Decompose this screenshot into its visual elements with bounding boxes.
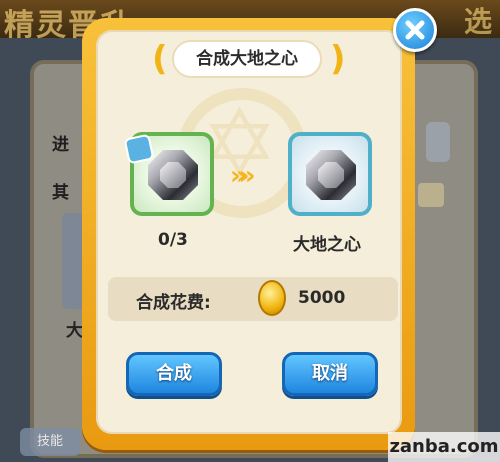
watermark: zanba.com [388, 432, 500, 462]
background-right-label [418, 183, 444, 207]
close-button[interactable] [393, 8, 437, 52]
ingredient-count: 0/3 [158, 230, 188, 250]
background-card-label: 大 [66, 321, 83, 341]
compose-button[interactable]: 合成 [126, 352, 222, 396]
title-left-bracket-icon: ( [152, 39, 168, 79]
puzzle-piece-icon [123, 133, 155, 165]
dialog-title-bar: ( 合成大地之心 ) [152, 39, 346, 80]
cost-amount: 5000 [298, 288, 346, 308]
cost-bar: 合成花费: 5000 [108, 277, 398, 321]
background-skill-button: 技能 [20, 428, 80, 456]
background-label-2: 其 [52, 183, 69, 203]
cost-label: 合成花费: [136, 293, 211, 313]
gold-coin-icon [258, 280, 286, 316]
dialog-title: 合成大地之心 [172, 40, 322, 78]
double-arrow-icon: »» [230, 161, 255, 191]
background-right-tab [426, 122, 450, 162]
background-title-right: 选 [463, 5, 492, 38]
result-slot[interactable] [288, 132, 372, 216]
title-right-bracket-icon: ) [330, 39, 346, 79]
cancel-button[interactable]: 取消 [282, 352, 378, 396]
close-icon [405, 20, 425, 40]
result-name: 大地之心 [293, 235, 361, 255]
background-label-1: 进 [52, 135, 69, 155]
